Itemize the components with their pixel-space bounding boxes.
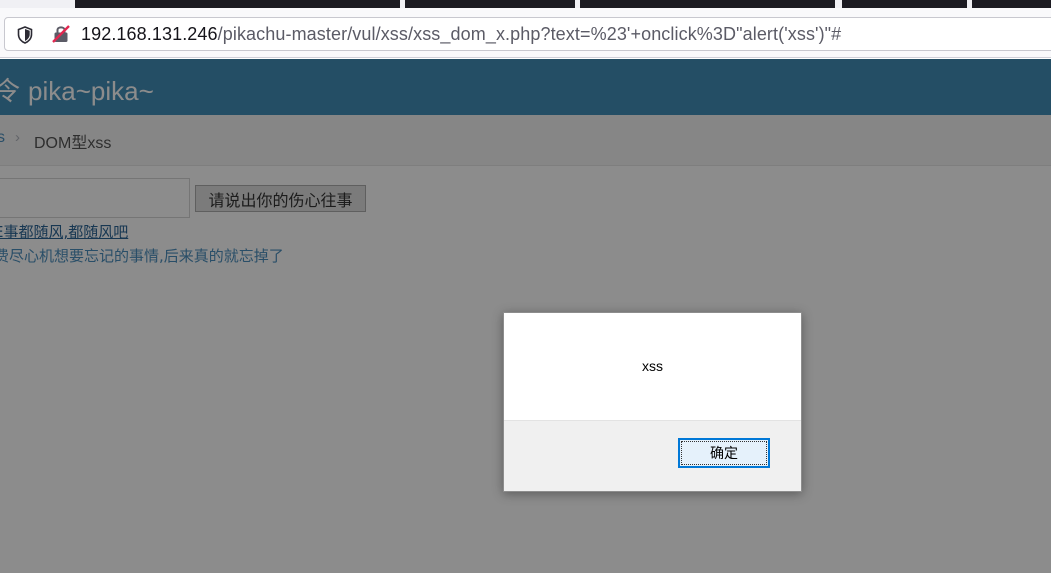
tab-active-edge: [75, 0, 400, 8]
tab-edge: [972, 0, 1051, 8]
tab-edge: [842, 0, 967, 8]
tab-edge: [405, 0, 575, 8]
alert-dialog: xss 确定: [503, 312, 802, 492]
url-field[interactable]: 192.168.131.246/pikachu-master/vul/xss/x…: [4, 17, 1051, 51]
url-host: 192.168.131.246: [81, 24, 218, 44]
shield-icon[interactable]: [17, 26, 33, 44]
url-path: /pikachu-master/vul/xss/xss_dom_x.php?te…: [217, 24, 842, 44]
alert-body: xss: [504, 313, 801, 421]
address-bar: 192.168.131.246/pikachu-master/vul/xss/x…: [0, 8, 1051, 58]
url-text[interactable]: 192.168.131.246/pikachu-master/vul/xss/x…: [81, 24, 841, 45]
ok-button-label: 确定: [681, 441, 767, 465]
tab-strip: [0, 0, 1051, 8]
alert-message: xss: [642, 358, 663, 374]
ok-button[interactable]: 确定: [678, 438, 770, 468]
tab-edge: [580, 0, 835, 8]
insecure-connection-icon[interactable]: [52, 25, 70, 43]
